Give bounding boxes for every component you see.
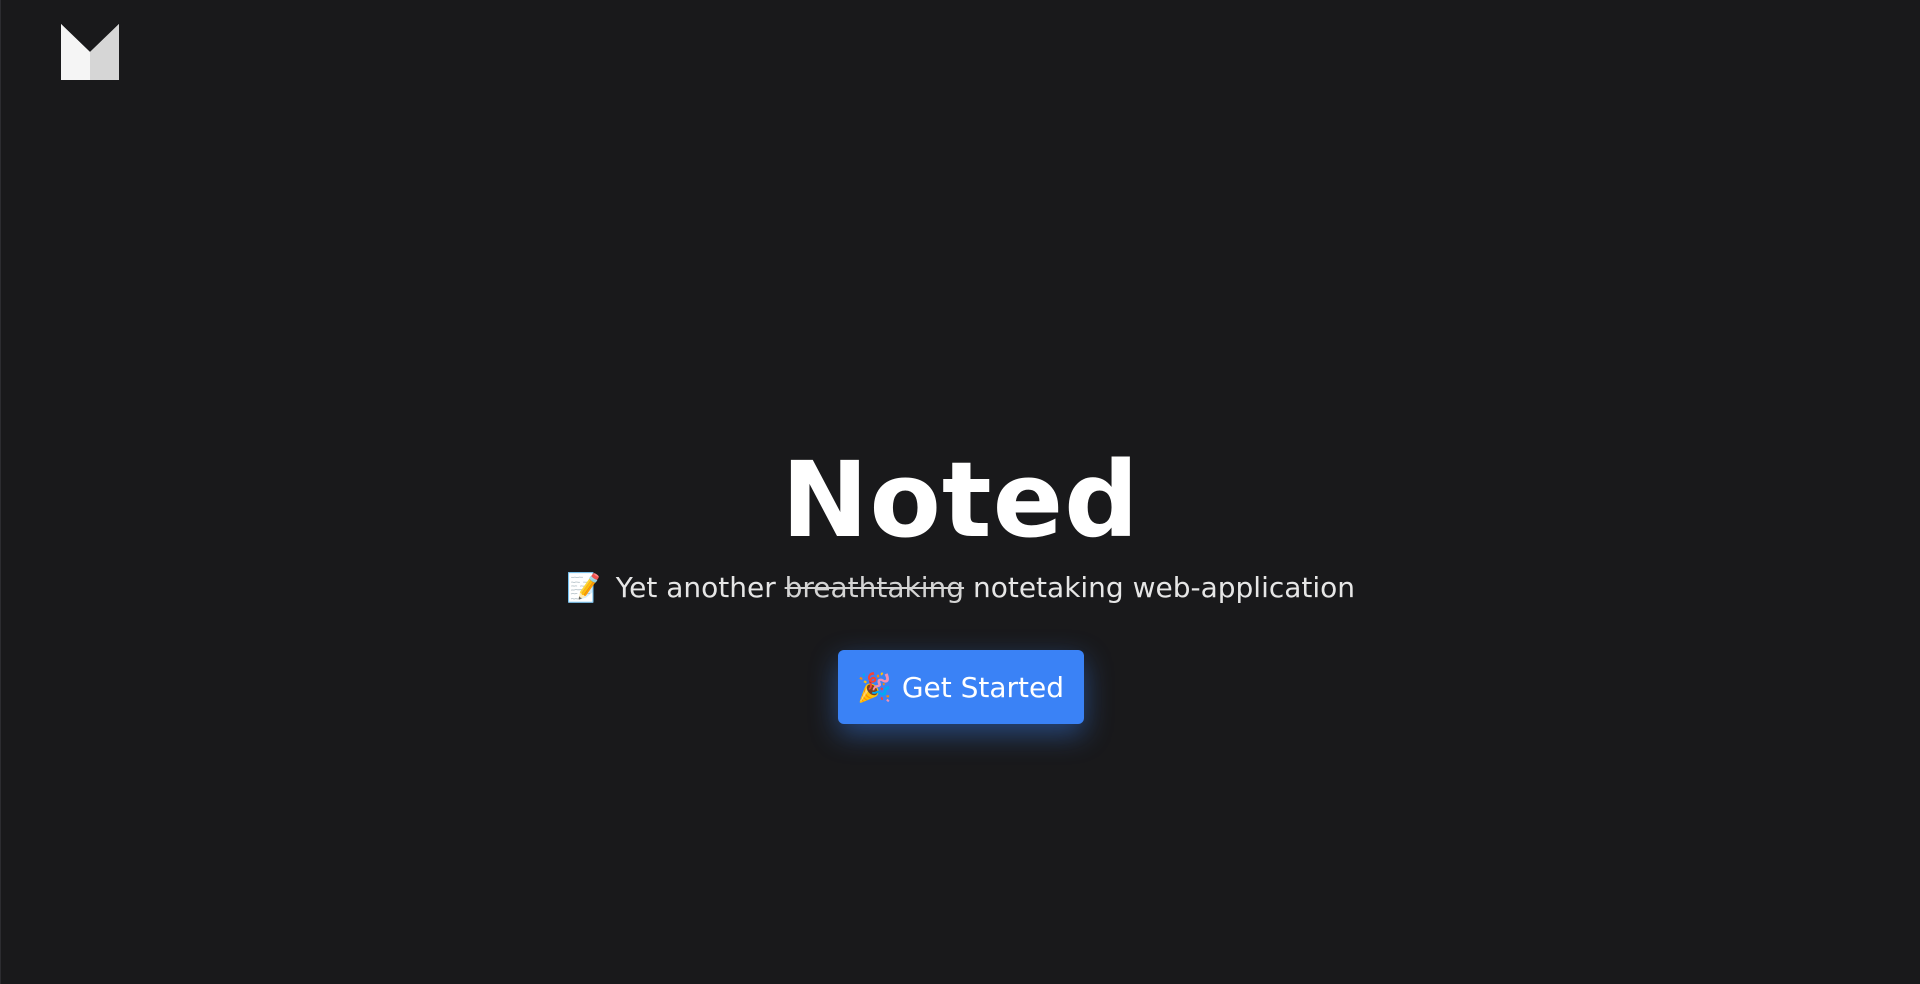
memo-icon: 📝: [565, 571, 601, 604]
m-logo-icon[interactable]: [61, 24, 119, 80]
party-popper-icon: 🎉: [856, 670, 892, 704]
get-started-label: Get Started: [901, 670, 1065, 704]
hero-section: Noted 📝 Yet another breathtaking notetak…: [1, 438, 1920, 724]
page-title: Noted: [781, 439, 1140, 561]
tagline-suffix: notetaking web-application: [972, 571, 1356, 604]
tagline-struck-word: breathtaking: [784, 571, 965, 604]
tagline: 📝 Yet another breathtaking notetaking we…: [566, 568, 1355, 608]
get-started-button[interactable]: 🎉 Get Started: [837, 650, 1084, 724]
tagline-prefix: Yet another: [615, 571, 776, 604]
